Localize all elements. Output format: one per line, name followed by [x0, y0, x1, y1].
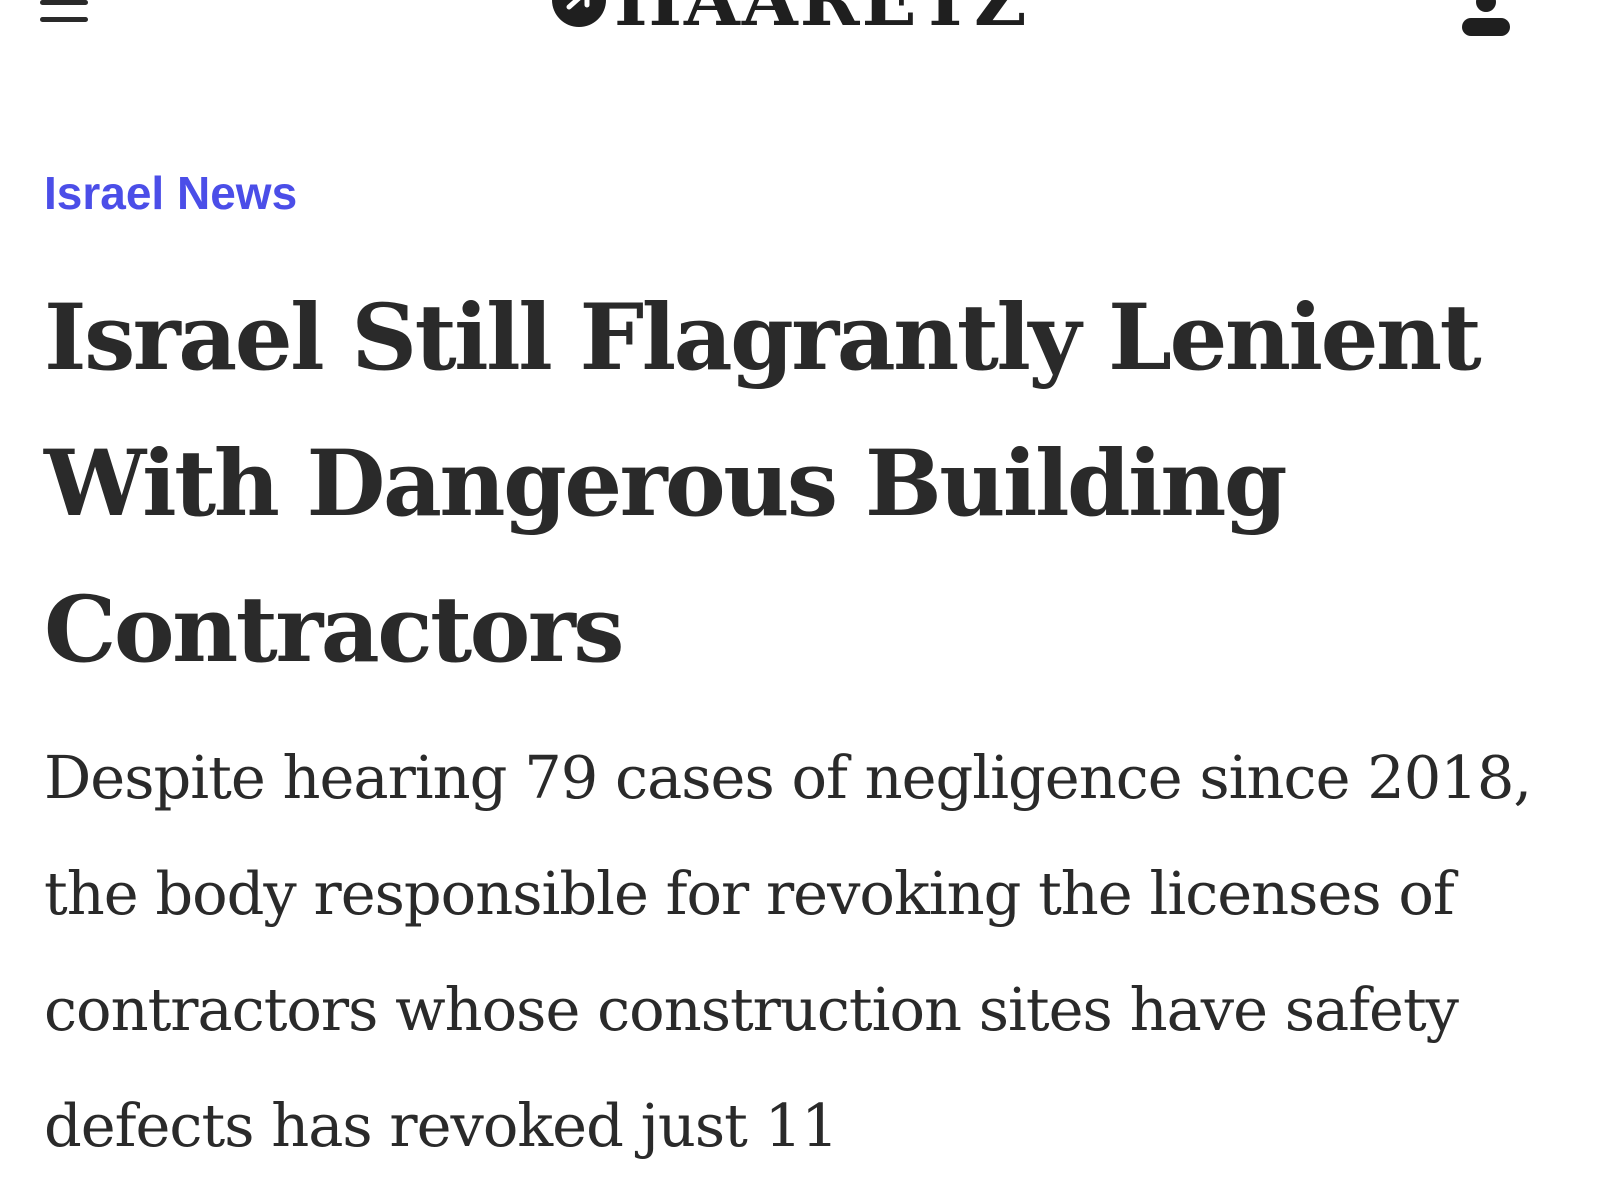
section-link-israel-news[interactable]: Israel News [44, 163, 297, 223]
site-logo[interactable]: HAARETZ [552, 0, 1029, 38]
user-account-icon[interactable] [1458, 0, 1514, 42]
article-headline: Israel Still Flagrantly Lenient With Dan… [44, 285, 1482, 683]
site-header: HAARETZ [0, 0, 1600, 60]
logo-mark-icon [552, 0, 606, 27]
logo-wordmark: HAARETZ [614, 0, 1029, 38]
article-subheadline: Despite hearing 79 cases of negligence s… [44, 743, 1532, 1160]
hamburger-menu-icon[interactable] [40, 0, 88, 26]
